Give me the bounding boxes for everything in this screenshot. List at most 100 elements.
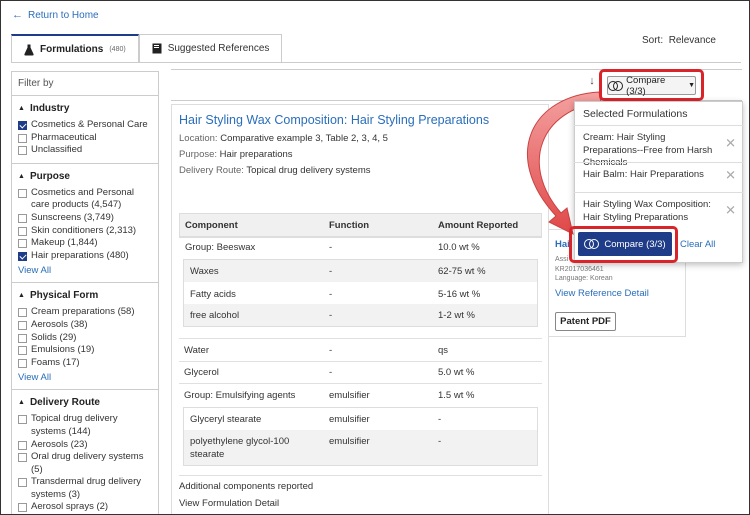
table-row-amount: 1.5 wt % (438, 390, 475, 401)
return-home-label: Return to Home (28, 9, 99, 21)
table-row-component-link[interactable]: Waxes (190, 266, 219, 277)
filter-option[interactable]: Sunscreens (3,749) (18, 212, 152, 225)
tab-formulations[interactable]: Formulations (480) (11, 34, 139, 63)
checkbox-checked[interactable] (18, 121, 27, 130)
filter-option-label: Transdermal drug delivery systems (3) (31, 476, 141, 500)
selected-formulation-item[interactable]: Cream: Hair Styling Preparations--Free f… (574, 125, 743, 168)
return-home-link[interactable]: ← Return to Home (12, 9, 99, 21)
checkbox[interactable] (18, 308, 27, 318)
filter-section-toggle[interactable]: ▲ Purpose (18, 171, 152, 182)
selected-formulation-item[interactable]: Hair Styling Wax Composition: Hair Styli… (574, 192, 743, 229)
sort-label: Sort: (642, 35, 664, 46)
checkbox[interactable] (18, 146, 27, 156)
filter-option-label: Cream preparations (58) (31, 306, 135, 318)
filter-option-label: Skin conditioners (2,313) (31, 224, 137, 236)
checkbox[interactable] (18, 333, 27, 343)
filter-option[interactable]: Cream preparations (58) (18, 306, 152, 319)
tab-suggested-references[interactable]: Suggested References (138, 34, 283, 62)
view-all-link[interactable]: View All (18, 265, 152, 276)
close-icon[interactable]: ✕ (725, 168, 736, 182)
checkbox[interactable] (18, 239, 27, 249)
filter-option[interactable]: Aerosols (38) (18, 319, 152, 332)
filter-section-delivery-route: ▲ Delivery Route Topical drug delivery s… (12, 390, 158, 514)
checkbox[interactable] (18, 415, 27, 425)
checkbox[interactable] (18, 478, 27, 488)
table-row-component-link[interactable]: Fatty acids (190, 289, 236, 300)
filter-option[interactable]: Topical drug delivery systems (144) (18, 413, 152, 438)
reference-assignee: Assi (555, 256, 569, 263)
caret-down-icon: ▼ (688, 82, 695, 89)
compare-dropdown-button[interactable]: Compare (3/3) ▼ (607, 75, 696, 97)
filter-sidebar: Filter by ▲ Industry Cosmetics & Persona… (11, 71, 159, 514)
table-row-component-link[interactable]: Water (184, 345, 209, 356)
table-row-component-link[interactable]: Glycerol (184, 367, 219, 378)
patent-pdf-button[interactable]: Patent PDF (555, 312, 616, 331)
checkbox[interactable] (18, 213, 27, 223)
tab-bar: Formulations (480) Suggested References (11, 34, 283, 63)
filter-section-toggle[interactable]: ▲ Industry (18, 103, 152, 114)
tab-suggested-references-label: Suggested References (167, 43, 270, 54)
row-divider (179, 237, 542, 238)
clear-all-link[interactable]: Clear All (680, 239, 715, 250)
filter-option[interactable]: Pharmaceutical (18, 132, 152, 145)
filter-option[interactable]: Oral drug delivery systems (5) (18, 451, 152, 476)
filter-option[interactable]: Cosmetics & Personal Care (18, 119, 152, 132)
checkbox[interactable] (18, 133, 27, 143)
table-row-component-link[interactable]: Glyceryl stearate (190, 414, 261, 425)
filter-option[interactable]: Unclassified (18, 144, 152, 157)
filter-option-label: Topical drug delivery systems (144) (31, 413, 118, 437)
filter-option[interactable]: Cosmetics and Personal care products (4,… (18, 187, 152, 212)
table-row-component: Group: Beeswax (185, 242, 256, 253)
filter-option-label: Foams (17) (31, 356, 80, 368)
chevron-up-icon: ▲ (18, 105, 25, 112)
checkbox[interactable] (18, 320, 27, 330)
table-row-function: - (329, 242, 333, 253)
checkbox[interactable] (18, 358, 27, 368)
filter-option[interactable]: Hair preparations (480) (18, 250, 152, 263)
app-window: ← Return to Home Formulations (480) Sugg… (0, 0, 750, 515)
row-divider (179, 383, 542, 384)
filter-option-label: Oral drug delivery systems (5) (31, 451, 144, 475)
filter-option[interactable]: Skin conditioners (2,313) (18, 225, 152, 238)
compare-action-button[interactable]: Compare (3/3) (578, 232, 672, 256)
filter-section-title: Delivery Route (29, 397, 100, 409)
checkbox-checked[interactable] (18, 251, 27, 261)
checkbox[interactable] (18, 226, 27, 236)
sort-control[interactable]: Sort: Relevance (642, 35, 716, 46)
filter-option[interactable]: Aerosols (23) (18, 439, 152, 452)
filter-option[interactable]: Emulsions (19) (18, 344, 152, 357)
view-reference-detail-link[interactable]: View Reference Detail (555, 288, 649, 299)
checkbox[interactable] (18, 453, 27, 463)
checkbox[interactable] (18, 346, 27, 356)
filter-option[interactable]: Makeup (1,844) (18, 237, 152, 250)
table-row-component: free alcohol (190, 310, 240, 321)
filter-option[interactable]: Solids (29) (18, 332, 152, 345)
checkbox[interactable] (18, 440, 27, 450)
formulation-title[interactable]: Hair Styling Wax Composition: Hair Styli… (179, 113, 489, 127)
filter-option[interactable]: Transdermal drug delivery systems (3) (18, 476, 152, 501)
column-header-component: Component (185, 220, 238, 231)
table-row-function: - (329, 367, 333, 378)
close-icon[interactable]: ✕ (725, 137, 736, 151)
filter-option-label: Hair preparations (480) (31, 249, 129, 261)
filter-section-toggle[interactable]: ▲ Delivery Route (18, 397, 152, 408)
tab-divider (11, 62, 741, 63)
location-line: Location: Comparative example 3, Table 2… (179, 133, 388, 144)
table-row-function: emulsifier (329, 390, 370, 401)
table-row-function: - (329, 266, 333, 277)
view-formulation-detail-link[interactable]: View Formulation Detail (179, 498, 279, 509)
table-row-function: - (329, 289, 333, 300)
filter-section-toggle[interactable]: ▲ Physical Form (18, 290, 152, 301)
filter-option[interactable]: Aerosol sprays (2) (18, 501, 152, 514)
checkbox[interactable] (18, 503, 27, 513)
selected-formulation-item[interactable]: Hair Balm: Hair Preparations ✕ (574, 162, 743, 188)
filter-option[interactable]: Foams (17) (18, 357, 152, 370)
close-icon[interactable]: ✕ (725, 204, 736, 218)
table-row-function: emulsifier (329, 414, 370, 425)
checkbox[interactable] (18, 188, 27, 198)
view-all-link[interactable]: View All (18, 372, 152, 383)
selected-formulation-label: Hair Styling Wax Composition: Hair Styli… (583, 199, 711, 223)
table-row-amount: 1-2 wt % (438, 310, 475, 321)
filter-option-label: Cosmetics & Personal Care (31, 119, 148, 130)
filter-option-label: Solids (29) (31, 331, 77, 343)
